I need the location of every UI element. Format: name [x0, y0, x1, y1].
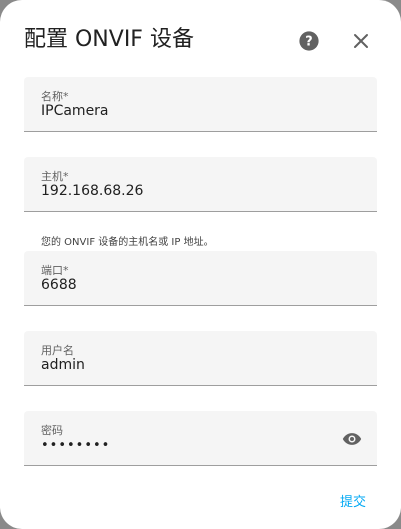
username-field-value[interactable]: admin — [41, 357, 85, 373]
name-field-value[interactable]: IPCamera — [41, 103, 109, 119]
username-field[interactable]: 用户名 admin — [24, 331, 377, 386]
toggle-password-visibility-button[interactable] — [341, 428, 363, 450]
name-field[interactable]: 名称* IPCamera — [24, 77, 377, 132]
close-button[interactable] — [349, 29, 373, 53]
onvif-config-dialog: 配置 ONVIF 设备 ? 名称* IPCamera 主机* 192.168.6… — [0, 0, 401, 529]
password-field[interactable]: 密码 •••••••• — [24, 411, 377, 466]
dialog-title: 配置 ONVIF 设备 — [24, 27, 194, 52]
help-button[interactable]: ? — [297, 29, 321, 53]
username-field-label: 用户名 — [41, 344, 74, 357]
submit-button[interactable]: 提交 — [331, 486, 375, 514]
host-field-value[interactable]: 192.168.68.26 — [41, 183, 143, 199]
password-field-label: 密码 — [41, 424, 63, 437]
name-field-label: 名称* — [41, 90, 69, 103]
host-field[interactable]: 主机* 192.168.68.26 — [24, 157, 377, 212]
password-field-value[interactable]: •••••••• — [41, 438, 110, 453]
svg-text:?: ? — [305, 35, 312, 50]
port-field-label: 端口* — [41, 264, 69, 277]
close-icon — [354, 34, 368, 48]
help-circle-icon: ? — [299, 31, 319, 51]
eye-icon — [342, 433, 362, 445]
port-field-value[interactable]: 6688 — [41, 277, 77, 293]
port-field[interactable]: 端口* 6688 — [24, 251, 377, 306]
host-helper-text: 您的 ONVIF 设备的主机名或 IP 地址。 — [41, 237, 214, 248]
host-field-label: 主机* — [41, 170, 69, 183]
